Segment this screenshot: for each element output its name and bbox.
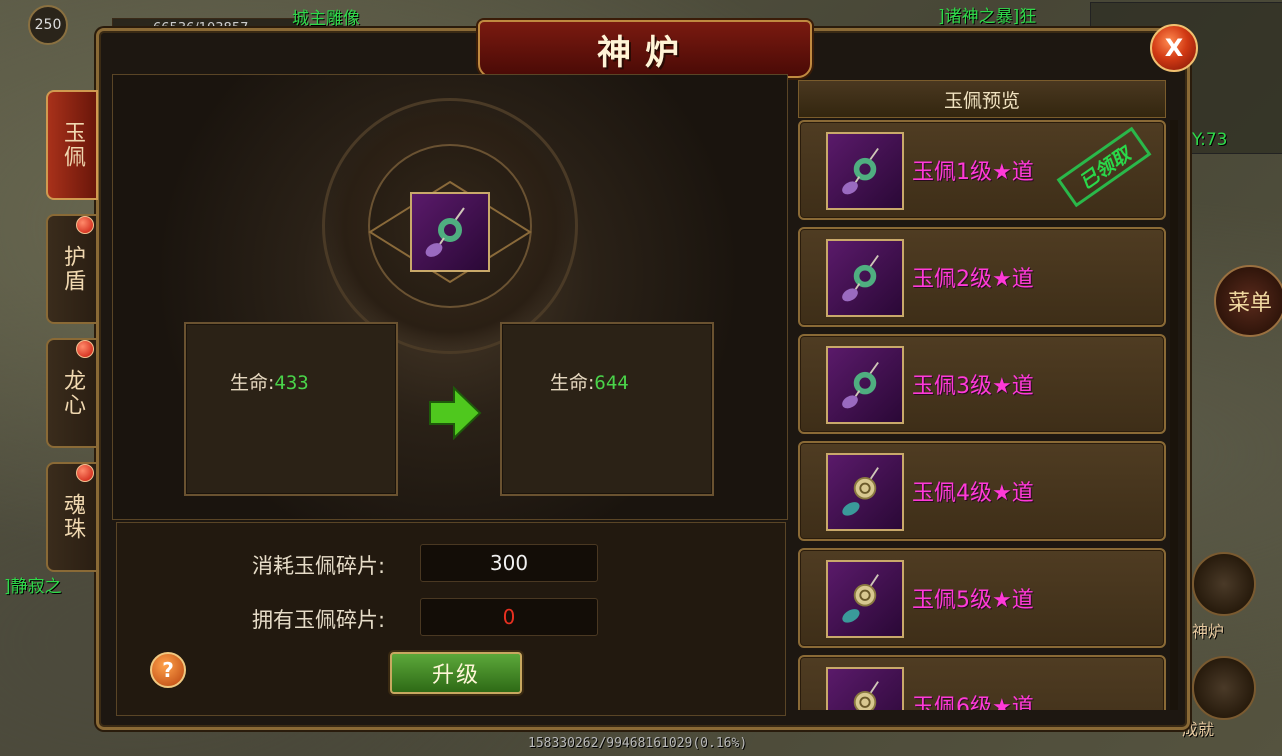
preview-item-slot[interactable] [826, 453, 904, 531]
list-item[interactable]: 玉佩2级★道 [798, 227, 1166, 327]
preview-item-name: 玉佩3级★道 [912, 374, 1034, 399]
current-stats-box: 生命:433 [184, 322, 398, 496]
chat-text: ]诸神之暴]狂 [938, 7, 1037, 27]
current-item-slot[interactable] [410, 192, 490, 272]
list-item[interactable]: 玉佩3级★道 [798, 334, 1166, 434]
preview-list[interactable]: 玉佩1级★道 已领取 玉佩2级★道 玉佩3级★道 玉佩4级★道 玉佩5级★道 玉… [798, 120, 1168, 710]
preview-item-name: 玉佩1级★道 [912, 160, 1034, 185]
shenlu-shortcut-button[interactable] [1192, 552, 1256, 616]
menu-button[interactable]: 菜单 [1214, 265, 1282, 337]
owned-value-field: 0 [420, 598, 598, 636]
list-item[interactable]: 玉佩4级★道 [798, 441, 1166, 541]
question-icon: ? [162, 658, 174, 682]
cost-label: 消耗玉佩碎片: [252, 554, 386, 578]
cost-value-field: 300 [420, 544, 598, 582]
preview-item-name: 玉佩6级★道 [912, 695, 1034, 710]
preview-item-name: 玉佩4级★道 [912, 481, 1034, 506]
preview-item-slot[interactable] [826, 346, 904, 424]
notification-dot-icon [76, 340, 94, 358]
gold-pendant-icon [842, 574, 879, 623]
arrow-right-icon [429, 386, 482, 440]
tab-label: 龙心 [60, 369, 85, 417]
tab-label: 魂珠 [60, 493, 85, 541]
preview-item-name: 玉佩2级★道 [912, 267, 1034, 292]
player-name-label: ]静寂之 [4, 577, 62, 597]
notification-dot-icon [76, 464, 94, 482]
exp-readout: 158330262/99468161029(0.16%) [528, 736, 748, 751]
list-item[interactable]: 玉佩1级★道 已领取 [798, 120, 1166, 220]
help-button[interactable]: ? [150, 652, 186, 688]
current-stat-value: 433 [274, 372, 309, 394]
shenlu-shortcut-label: 神炉 [1192, 622, 1225, 641]
list-item[interactable]: 玉佩6级★道 [798, 655, 1166, 710]
achievement-shortcut-button[interactable] [1192, 656, 1256, 720]
list-item[interactable]: 玉佩5级★道 [798, 548, 1166, 648]
menu-label: 菜单 [1227, 291, 1272, 316]
upgrade-button[interactable]: 升级 [390, 652, 522, 694]
location-label: 城主雕像 [292, 9, 360, 29]
preview-item-slot[interactable] [826, 132, 904, 210]
next-stat-label: 生命: [550, 372, 595, 394]
notification-dot-icon [76, 216, 94, 234]
preview-item-slot[interactable] [826, 560, 904, 638]
jade-pendant-icon [425, 207, 465, 257]
next-stats-box: 生命:644 [500, 322, 714, 496]
close-button[interactable]: X [1150, 24, 1198, 72]
gold-pendant-icon [853, 681, 879, 710]
jade-pendant-icon [842, 361, 879, 409]
jade-pendant-icon [842, 254, 879, 302]
close-icon: X [1164, 34, 1184, 62]
jade-pendant-icon [842, 147, 879, 195]
player-level-badge: 250 [28, 5, 68, 45]
upgrade-button-label: 升级 [431, 663, 480, 688]
preview-scrollbar[interactable] [1170, 120, 1178, 710]
current-stat-label: 生命: [230, 372, 275, 394]
coordinate-readout: Y:73 [1192, 130, 1228, 150]
tab-label: 玉佩 [60, 121, 85, 169]
tab-jade-pendant[interactable]: 玉佩 [46, 90, 98, 200]
tab-label: 护盾 [60, 245, 85, 293]
next-stat-value: 644 [594, 372, 629, 394]
window-title-plate: 神炉 [478, 20, 812, 78]
claimed-stamp: 已领取 [1056, 126, 1152, 208]
preview-item-name: 玉佩5级★道 [912, 588, 1034, 613]
owned-label: 拥有玉佩碎片: [252, 608, 386, 632]
window-title: 神炉 [597, 32, 693, 73]
preview-item-slot[interactable] [826, 239, 904, 317]
preview-header: 玉佩预览 [798, 80, 1166, 118]
gold-pendant-icon [842, 467, 879, 516]
preview-item-slot[interactable] [826, 667, 904, 710]
